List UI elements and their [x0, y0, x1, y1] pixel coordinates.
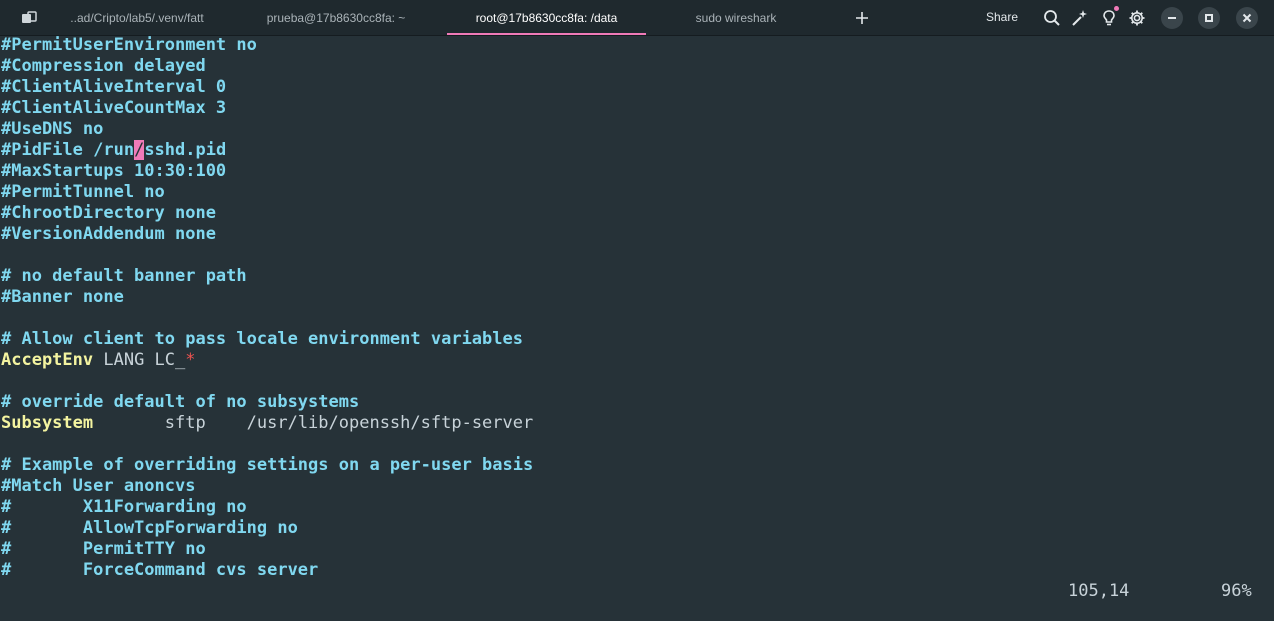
search-button[interactable]: [1042, 8, 1062, 28]
settings-button[interactable]: [1127, 8, 1147, 28]
editor-line: #Compression delayed: [1, 56, 206, 77]
line-segment: # Allow client to pass locale environmen…: [1, 329, 523, 349]
new-tab-button[interactable]: [852, 8, 872, 28]
editor-line: # no default banner path: [1, 266, 247, 287]
line-segment: sshd.pid: [144, 140, 227, 160]
editor-line: AcceptEnv LANG LC_*: [1, 350, 196, 371]
tab-label: sudo wireshark: [695, 10, 777, 25]
terminal-window: ..ad/Cripto/lab5/.venv/fatt prueba@17b86…: [0, 0, 1274, 621]
tab-label: root@17b8630cc8fa: /data: [475, 10, 618, 25]
search-icon: [1044, 10, 1060, 26]
line-segment: #UseDNS no: [1, 119, 104, 139]
line-segment: #ChrootDirectory none: [1, 203, 216, 223]
line-segment: LANG LC_: [93, 350, 186, 370]
tab-wireshark[interactable]: sudo wireshark: [650, 0, 822, 35]
editor-line: # PermitTTY no: [1, 539, 206, 560]
minimize-icon: [1168, 17, 1176, 19]
editor-line: Subsystem sftp /usr/lib/openssh/sftp-ser…: [1, 413, 533, 434]
line-segment: #VersionAddendum none: [1, 224, 216, 244]
plus-icon: [856, 12, 868, 24]
line-segment: # X11Forwarding no: [1, 497, 247, 517]
line-segment: sftp /usr/lib/openssh/sftp-server: [93, 413, 534, 433]
line-segment: AcceptEnv: [1, 350, 94, 370]
tips-button[interactable]: [1099, 8, 1119, 28]
line-segment: #Banner none: [1, 287, 124, 307]
cursor-position: 105,14: [1068, 581, 1130, 601]
editor-line: # X11Forwarding no: [1, 497, 247, 518]
tab-overview-button[interactable]: [16, 8, 42, 28]
line-segment: Subsystem: [1, 413, 94, 433]
line-segment: #PermitTunnel no: [1, 182, 165, 202]
scroll-percent: 96%: [1221, 581, 1252, 601]
editor-line: #ClientAliveInterval 0: [1, 77, 226, 98]
line-segment: #ClientAliveCountMax 3: [1, 98, 227, 118]
share-button[interactable]: Share: [986, 0, 1018, 35]
header-bar: ..ad/Cripto/lab5/.venv/fatt prueba@17b86…: [0, 0, 1274, 36]
editor-line: #ChrootDirectory none: [1, 203, 216, 224]
line-segment: #PermitUserEnvironment no: [1, 35, 257, 55]
close-icon: [1242, 13, 1252, 23]
line-segment: #MaxStartups 10:30:100: [1, 161, 227, 181]
tab-fatt[interactable]: ..ad/Cripto/lab5/.venv/fatt: [52, 0, 222, 35]
editor-line: # ForceCommand cvs server: [1, 560, 318, 581]
magic-button[interactable]: [1070, 8, 1090, 28]
gear-icon: [1129, 10, 1145, 26]
magic-wand-icon: [1072, 10, 1087, 26]
editor-line: # Example of overriding settings on a pe…: [1, 455, 533, 476]
editor-line: # Allow client to pass locale environmen…: [1, 329, 523, 350]
editor-line: #MaxStartups 10:30:100: [1, 161, 226, 182]
tab-label: prueba@17b8630cc8fa: ~: [266, 10, 406, 25]
editor-line: # AllowTcpForwarding no: [1, 518, 298, 539]
line-segment: # Example of overriding settings on a pe…: [1, 455, 534, 475]
line-segment: #PidFile /run: [1, 140, 135, 160]
bulb-icon: [1103, 10, 1115, 26]
line-segment: # override default of no subsystems: [1, 392, 360, 412]
line-segment: #Compression delayed: [1, 56, 206, 76]
close-button[interactable]: [1236, 7, 1258, 29]
editor-line: # override default of no subsystems: [1, 392, 359, 413]
terminal-content[interactable]: #PermitUserEnvironment no #Compression de…: [0, 35, 1274, 621]
tab-prueba[interactable]: prueba@17b8630cc8fa: ~: [250, 0, 422, 35]
editor-line: #UseDNS no: [1, 119, 103, 140]
active-tab-indicator: [447, 33, 646, 35]
notification-dot: [1114, 6, 1119, 11]
maximize-icon: [1205, 14, 1213, 22]
line-segment: # ForceCommand cvs server: [1, 560, 319, 580]
editor-line: #PidFile /run/sshd.pid: [1, 140, 226, 161]
editor-line: #Banner none: [1, 287, 124, 308]
line-segment: # AllowTcpForwarding no: [1, 518, 298, 538]
editor-line: #PermitTunnel no: [1, 182, 165, 203]
text-cursor: /: [134, 140, 145, 160]
line-segment: #ClientAliveInterval 0: [1, 77, 227, 97]
line-segment: # no default banner path: [1, 266, 247, 286]
minimize-button[interactable]: [1161, 7, 1183, 29]
overview-icon: [22, 11, 37, 23]
line-segment: # PermitTTY no: [1, 539, 206, 559]
line-segment: #Match User anoncvs: [1, 476, 196, 496]
editor-line: #Match User anoncvs: [1, 476, 195, 497]
editor-line: #ClientAliveCountMax 3: [1, 98, 226, 119]
tab-label: ..ad/Cripto/lab5/.venv/fatt: [70, 10, 204, 25]
editor-line: #VersionAddendum none: [1, 224, 216, 245]
maximize-button[interactable]: [1198, 7, 1220, 29]
tab-root-data[interactable]: root@17b8630cc8fa: /data: [447, 0, 646, 35]
line-segment: *: [185, 350, 196, 370]
editor-line: #PermitUserEnvironment no: [1, 35, 257, 56]
